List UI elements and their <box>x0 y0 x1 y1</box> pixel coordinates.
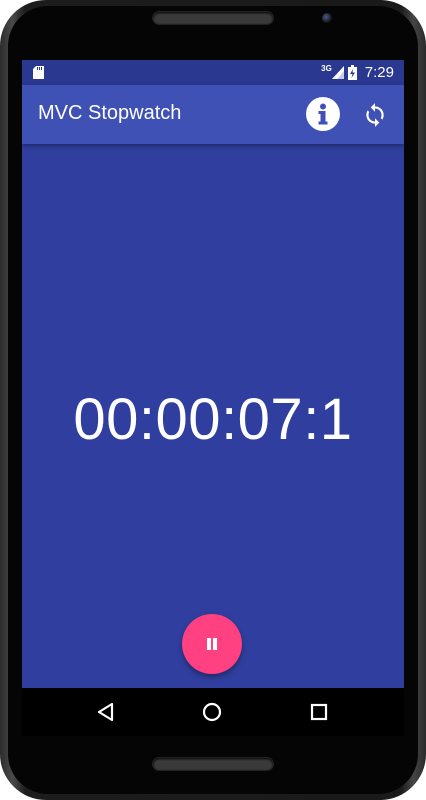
app-title: MVC Stopwatch <box>38 102 182 124</box>
status-bar: 3G 7:29 <box>22 60 404 85</box>
info-icon <box>318 103 328 125</box>
status-icons: 3G 7:29 <box>321 60 394 85</box>
screen: 3G 7:29 MVC Stopwatch 00:00:07:1 <box>22 60 404 736</box>
back-button[interactable] <box>92 698 120 726</box>
recents-button[interactable] <box>305 698 333 726</box>
signal-icon <box>331 66 344 79</box>
front-camera <box>322 13 332 23</box>
home-circle-icon <box>202 702 222 722</box>
refresh-button[interactable] <box>362 102 388 128</box>
sd-card-icon <box>33 66 44 79</box>
navigation-bar <box>22 688 404 736</box>
info-button[interactable] <box>306 97 340 131</box>
network-type-label: 3G <box>321 64 332 73</box>
battery-charging-icon <box>347 65 357 80</box>
status-time: 7:29 <box>364 64 394 81</box>
phone-frame: 3G 7:29 MVC Stopwatch 00:00:07:1 <box>0 0 426 800</box>
home-button[interactable] <box>198 698 226 726</box>
app-bar: MVC Stopwatch <box>22 85 404 144</box>
back-triangle-icon <box>97 702 114 722</box>
refresh-icon <box>366 103 384 127</box>
stopwatch-time-display: 00:00:07:1 <box>73 387 353 452</box>
pause-button[interactable] <box>182 614 242 674</box>
earpiece-speaker <box>153 12 273 24</box>
bottom-speaker <box>153 758 273 770</box>
recents-square-icon <box>310 703 328 721</box>
